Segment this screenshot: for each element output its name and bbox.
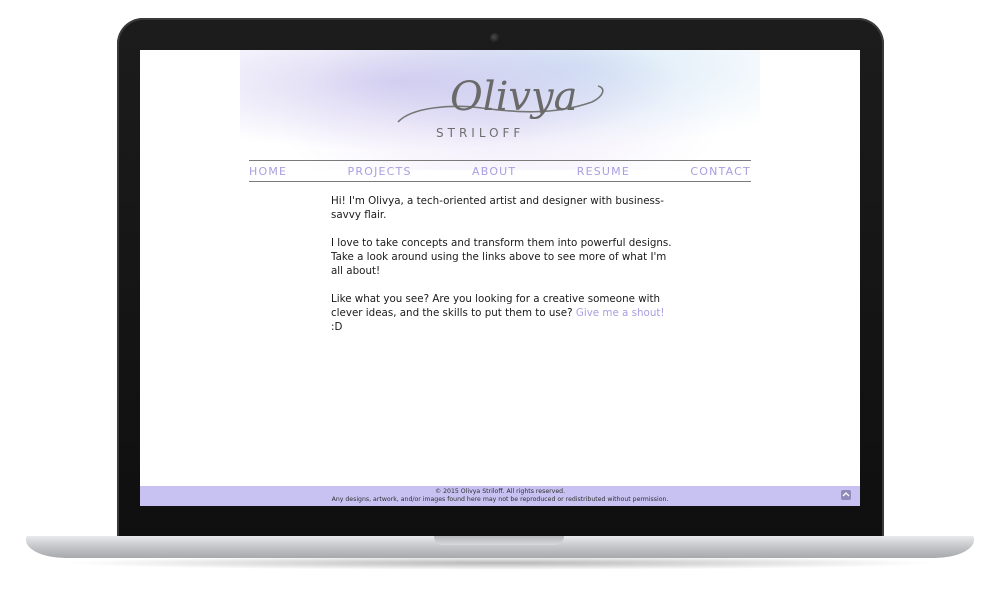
back-to-top-icon[interactable] bbox=[840, 489, 852, 501]
site-logo[interactable]: Olivya STRILOFF bbox=[392, 62, 612, 148]
main-nav: HOME PROJECTS ABOUT RESUME CONTACT bbox=[249, 160, 751, 182]
laptop-notch bbox=[434, 536, 564, 545]
footer-notice: Any designs, artwork, and/or images foun… bbox=[331, 495, 669, 503]
intro-content: Hi! I'm Olivya, a tech-oriented artist a… bbox=[331, 194, 676, 348]
camera-icon bbox=[490, 33, 500, 43]
logo-script: Olivya bbox=[397, 74, 604, 123]
footer-copyright: © 2015 Olivya Striloff. All rights reser… bbox=[434, 488, 566, 495]
logo-subtitle: STRILOFF bbox=[436, 126, 525, 140]
intro-paragraph-3: Like what you see? Are you looking for a… bbox=[331, 292, 676, 334]
nav-item-projects[interactable]: PROJECTS bbox=[348, 165, 412, 178]
site-footer: © 2015 Olivya Striloff. All rights reser… bbox=[140, 486, 860, 506]
nav-item-home[interactable]: HOME bbox=[249, 165, 287, 178]
website-screen: Olivya STRILOFF HOME PROJECTS ABOUT RESU… bbox=[140, 50, 860, 506]
logo-script-text: Olivya bbox=[450, 74, 577, 120]
intro-paragraph-3-suffix: :D bbox=[331, 321, 343, 333]
intro-paragraph-1: Hi! I'm Olivya, a tech-oriented artist a… bbox=[331, 195, 665, 221]
laptop-mockup: Olivya STRILOFF HOME PROJECTS ABOUT RESU… bbox=[0, 0, 1000, 590]
nav-item-about[interactable]: ABOUT bbox=[472, 165, 516, 178]
nav-item-contact[interactable]: CONTACT bbox=[690, 165, 751, 178]
intro-paragraph-2: I love to take concepts and transform th… bbox=[331, 237, 672, 277]
laptop-shadow bbox=[60, 556, 940, 570]
contact-link[interactable]: Give me a shout! bbox=[576, 307, 665, 319]
nav-item-resume[interactable]: RESUME bbox=[577, 165, 630, 178]
